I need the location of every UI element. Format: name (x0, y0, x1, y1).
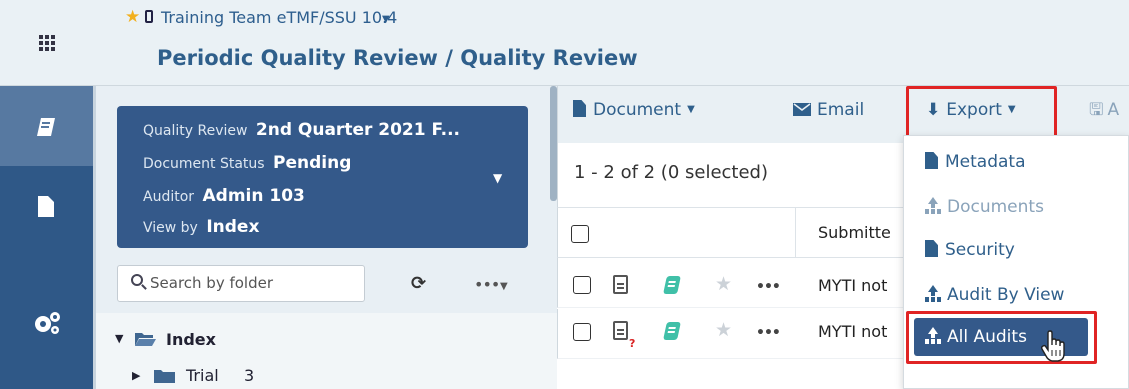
folder-icon (154, 370, 175, 383)
tree-node-count: 3 (244, 366, 255, 385)
upload-icon (925, 285, 941, 302)
open-folder-icon (135, 333, 156, 346)
document-menu-button[interactable]: Document ▼ (573, 100, 695, 120)
envelope-icon (793, 103, 811, 116)
auditor-label: Auditor (143, 189, 195, 205)
document-status-line: Document Status Pending (143, 153, 351, 173)
quality-review-line: Quality Review 2nd Quarter 2021 F... (143, 120, 460, 140)
results-count: 1 - 2 of 2 (0 selected) (574, 162, 769, 183)
search-icon (131, 274, 143, 286)
refresh-icon[interactable]: ⟳ (411, 275, 426, 293)
chevron-down-icon[interactable]: ▼ (493, 171, 502, 185)
row-checkbox[interactable] (573, 276, 591, 294)
file-icon (925, 152, 938, 169)
panel-scrollbar[interactable] (550, 86, 557, 201)
file-icon (925, 240, 938, 257)
truncated-toolbar-label: A (1107, 100, 1120, 120)
folder-search-input[interactable] (150, 271, 355, 295)
column-divider (795, 207, 796, 258)
select-all-checkbox[interactable] (571, 225, 589, 243)
view-by-label: View by (143, 220, 198, 236)
column-header-submitted[interactable]: Submitte (818, 223, 891, 242)
book-icon[interactable] (35, 116, 57, 138)
hand-cursor-icon (1040, 330, 1065, 362)
upload-icon (925, 197, 941, 214)
file-icon[interactable] (36, 194, 56, 219)
chevron-down-icon: ▼ (687, 104, 695, 115)
menu-item-label: Metadata (945, 152, 1026, 172)
view-by-value: Index (206, 217, 260, 237)
star-icon[interactable]: ★ (715, 321, 732, 340)
row-actions-icon[interactable]: ••• (756, 325, 781, 341)
export-metadata-item[interactable]: Metadata (925, 152, 1026, 172)
email-button[interactable]: Email (793, 100, 864, 120)
tree-node-trial[interactable]: Trial (186, 366, 219, 385)
truncated-toolbar-button[interactable]: 🖫 A (1089, 100, 1119, 120)
quality-review-label: Quality Review (143, 123, 248, 139)
page-title: Periodic Quality Review / Quality Review (157, 46, 638, 70)
submitted-cell: MYTI not (818, 276, 888, 295)
vault-name[interactable]: Training Team eTMF/SSU 10.4 (161, 10, 397, 26)
export-security-item[interactable]: Security (925, 240, 1015, 260)
document-menu-label: Document (593, 100, 682, 120)
export-audit-by-view-item[interactable]: Audit By View (925, 285, 1064, 305)
question-mark-icon: ? (629, 337, 636, 350)
submitted-cell: MYTI not (818, 322, 888, 341)
gears-icon[interactable] (32, 310, 62, 336)
favorite-star-icon[interactable]: ★ (125, 9, 140, 26)
menu-item-label: Security (945, 240, 1015, 260)
chevron-down-icon[interactable]: ▼ (382, 14, 390, 25)
menu-item-label: Audit By View (947, 285, 1065, 305)
export-highlight-box (906, 86, 1057, 138)
chevron-down-icon[interactable]: ▼ (500, 281, 508, 292)
quality-review-value: 2nd Quarter 2021 F... (255, 120, 460, 140)
document-icon[interactable] (613, 321, 628, 340)
expand-right-icon[interactable]: ▶ (132, 369, 140, 382)
app-launcher-icon[interactable] (0, 0, 93, 86)
auditor-value: Admin 103 (202, 186, 305, 206)
tree-node-index[interactable]: Index (166, 330, 216, 349)
export-documents-item[interactable]: Documents (925, 197, 1044, 217)
document-status-label: Document Status (143, 156, 265, 172)
star-icon[interactable]: ★ (715, 275, 732, 294)
save-icon: 🖫 (1089, 100, 1104, 120)
row-actions-icon[interactable]: ••• (756, 279, 781, 295)
auditor-line: Auditor Admin 103 (143, 186, 305, 206)
document-status-value: Pending (273, 153, 352, 173)
menu-item-label: Documents (947, 197, 1044, 217)
document-icon[interactable] (613, 275, 628, 294)
row-checkbox[interactable] (573, 323, 591, 341)
mobile-device-icon (145, 10, 153, 23)
email-label: Email (817, 100, 865, 120)
view-by-line: View by Index (143, 217, 259, 237)
more-options-icon[interactable]: ••• (474, 277, 500, 293)
expand-down-icon[interactable]: ▼ (115, 332, 123, 345)
quality-review-card[interactable]: Quality Review 2nd Quarter 2021 F... Doc… (117, 106, 528, 248)
file-icon (573, 100, 586, 117)
